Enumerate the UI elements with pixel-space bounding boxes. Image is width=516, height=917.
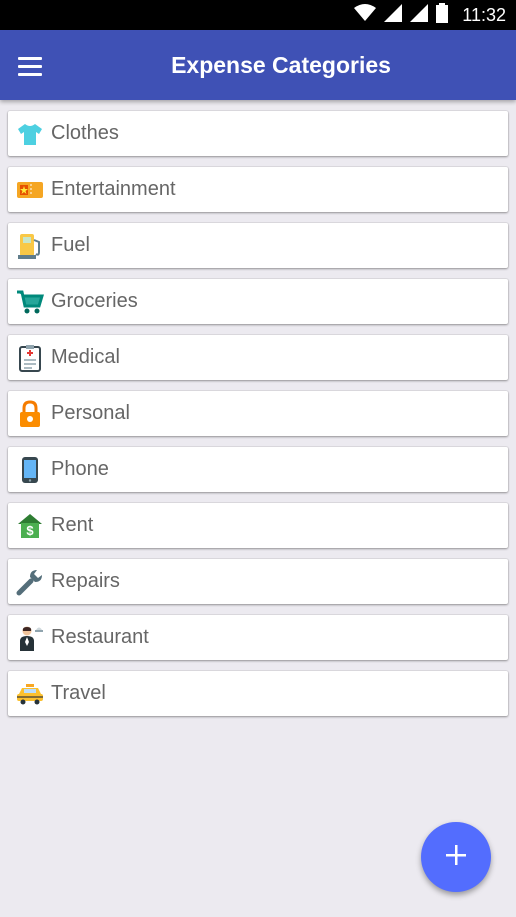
status-bar: 11:32	[0, 0, 516, 30]
shirt-icon	[16, 120, 44, 148]
list-item-label: Travel	[51, 682, 106, 704]
menu-button[interactable]	[14, 50, 46, 82]
fuel-pump-icon	[16, 232, 44, 260]
list-item-restaurant[interactable]: Restaurant	[8, 615, 508, 660]
list-item-phone[interactable]: Phone	[8, 447, 508, 492]
list-item-label: Entertainment	[51, 178, 176, 200]
app-bar: Expense Categories	[0, 30, 516, 100]
wrench-icon	[16, 568, 44, 596]
wifi-icon	[354, 3, 377, 27]
list-item-label: Personal	[51, 402, 130, 424]
list-item-groceries[interactable]: Groceries	[8, 279, 508, 324]
list-item-entertainment[interactable]: Entertainment	[8, 167, 508, 212]
list-item-label: Restaurant	[51, 626, 149, 648]
list-item-repairs[interactable]: Repairs	[8, 559, 508, 604]
list-item-label: Groceries	[51, 290, 138, 312]
category-list: Clothes Entertainment Fuel Groceries Med…	[8, 111, 508, 716]
house-dollar-icon: $	[16, 512, 44, 540]
list-item-label: Repairs	[51, 570, 120, 592]
svg-text:$: $	[26, 523, 34, 538]
list-item-rent[interactable]: $ Rent	[8, 503, 508, 548]
page-title: Expense Categories	[171, 51, 391, 78]
list-item-travel[interactable]: Travel	[8, 671, 508, 716]
taxi-icon	[16, 680, 44, 708]
list-item-label: Medical	[51, 346, 120, 368]
list-item-medical[interactable]: Medical	[8, 335, 508, 380]
battery-icon	[436, 2, 449, 28]
list-item-label: Phone	[51, 458, 109, 480]
hamburger-icon	[18, 56, 42, 60]
status-time: 11:32	[462, 4, 506, 25]
medical-clipboard-icon	[16, 344, 44, 372]
smartphone-icon	[16, 456, 44, 484]
list-item-label: Clothes	[51, 122, 119, 144]
cell-signal-icon-2	[410, 3, 429, 27]
list-item-label: Fuel	[51, 234, 90, 256]
add-category-button[interactable]	[421, 822, 491, 892]
plus-icon	[444, 843, 468, 872]
list-item-label: Rent	[51, 514, 94, 536]
list-item-personal[interactable]: Personal	[8, 391, 508, 436]
waiter-icon	[16, 624, 44, 652]
shopping-cart-icon	[16, 288, 44, 316]
list-item-fuel[interactable]: Fuel	[8, 223, 508, 268]
list-item-clothes[interactable]: Clothes	[8, 111, 508, 156]
padlock-icon	[16, 399, 44, 428]
ticket-icon	[16, 176, 44, 204]
cell-signal-icon	[384, 3, 403, 27]
